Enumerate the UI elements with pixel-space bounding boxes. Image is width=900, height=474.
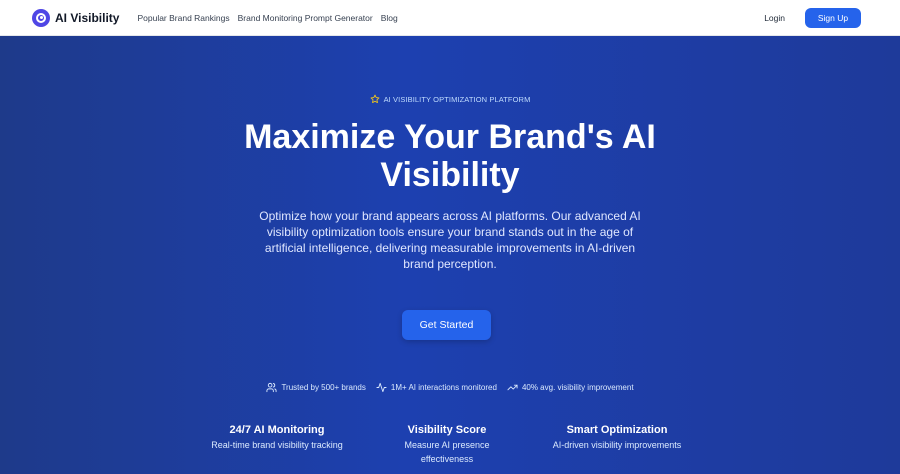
hero-section: AI VISIBILITY OPTIMIZATION PLATFORM Maxi… bbox=[0, 36, 900, 474]
feature-description: Real-time brand visibility tracking bbox=[211, 440, 343, 450]
stat-item: 40% avg. visibility improvement bbox=[507, 382, 634, 393]
top-navbar: AI Visibility Popular Brand Rankings Bra… bbox=[0, 0, 900, 36]
feature-description: AI-driven visibility improvements bbox=[552, 440, 682, 450]
feature-visibility-score: Visibility Score Measure AI presence eff… bbox=[357, 423, 537, 466]
star-icon bbox=[370, 94, 379, 103]
hero-description: Optimize how your brand appears across A… bbox=[259, 209, 641, 271]
platform-badge: AI VISIBILITY OPTIMIZATION PLATFORM bbox=[0, 94, 900, 104]
feature-title: Visibility Score bbox=[407, 424, 487, 436]
hero-title-line-1: Maximize Your Brand's AI bbox=[244, 118, 656, 156]
activity-icon bbox=[376, 382, 387, 393]
users-icon bbox=[266, 382, 277, 393]
logo[interactable]: AI Visibility bbox=[32, 8, 120, 27]
nav-link-blog[interactable]: Blog bbox=[381, 13, 398, 23]
trending-up-icon bbox=[507, 384, 518, 391]
stat-text: Trusted by 500+ brands bbox=[281, 383, 366, 392]
feature-ai-monitoring: 24/7 AI Monitoring Real-time brand visib… bbox=[187, 423, 367, 452]
nav-link-brand-monitoring-prompt-generator[interactable]: Brand Monitoring Prompt Generator bbox=[238, 13, 373, 23]
stat-item: 1M+ AI interactions monitored bbox=[376, 382, 497, 393]
login-link[interactable]: Login bbox=[764, 13, 785, 23]
logo-text: AI Visibility bbox=[55, 10, 120, 25]
nav-link-popular-brand-rankings[interactable]: Popular Brand Rankings bbox=[137, 13, 229, 23]
nav-actions: Login Sign Up bbox=[764, 7, 861, 28]
stat-text: 1M+ AI interactions monitored bbox=[390, 383, 497, 392]
eye-logo-icon bbox=[32, 8, 50, 27]
get-started-button[interactable]: Get Started bbox=[402, 310, 491, 340]
nav-links: Popular Brand Rankings Brand Monitoring … bbox=[129, 13, 397, 23]
hero-title-line-2: Visibility bbox=[380, 156, 520, 194]
badge-text: AI VISIBILITY OPTIMIZATION PLATFORM bbox=[383, 94, 531, 104]
feature-title: 24/7 AI Monitoring bbox=[229, 424, 325, 436]
feature-description: Measure AI presence effectiveness bbox=[404, 440, 490, 464]
stat-item: Trusted by 500+ brands bbox=[266, 382, 366, 393]
trust-stats: Trusted by 500+ brands 1M+ AI interactio… bbox=[0, 382, 900, 393]
feature-smart-optimization: Smart Optimization AI-driven visibility … bbox=[527, 423, 707, 452]
feature-title: Smart Optimization bbox=[566, 424, 668, 436]
stat-text: 40% avg. visibility improvement bbox=[521, 383, 634, 392]
hero-title: Maximize Your Brand's AI Visibility bbox=[200, 118, 700, 194]
signup-button[interactable]: Sign Up bbox=[805, 7, 861, 28]
